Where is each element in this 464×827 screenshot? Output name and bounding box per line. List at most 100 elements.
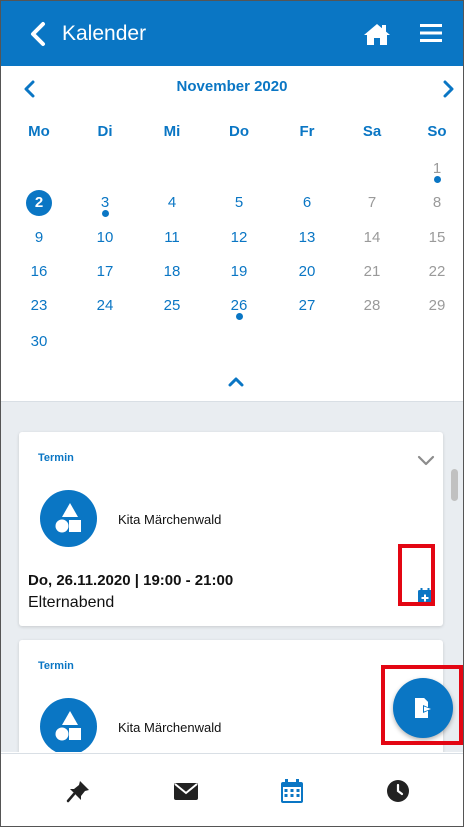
calendar-day[interactable]: 24 xyxy=(85,291,125,321)
calendar-day[interactable]: 1 xyxy=(417,154,457,184)
calendar-day[interactable]: 13 xyxy=(287,223,327,253)
pin-icon[interactable] xyxy=(65,779,91,803)
day-number: 22 xyxy=(428,263,446,280)
organization-name: Kita Märchenwald xyxy=(118,512,222,527)
calendar-day[interactable]: 20 xyxy=(287,257,327,287)
app-bar: Kalender xyxy=(1,1,463,66)
event-card[interactable]: Termin Kita Märchenwald xyxy=(19,640,443,752)
day-number: 11 xyxy=(164,229,180,246)
day-number: 10 xyxy=(96,229,114,246)
weekday-header: Mo xyxy=(28,123,50,140)
day-number: 4 xyxy=(167,194,177,211)
day-number: 18 xyxy=(163,263,181,280)
scrollbar[interactable] xyxy=(451,469,458,501)
day-number: 17 xyxy=(96,263,114,280)
calendar-day[interactable]: 15 xyxy=(417,223,457,253)
organization-avatar xyxy=(40,490,97,547)
day-number: 23 xyxy=(30,297,48,314)
day-number: 29 xyxy=(428,297,446,314)
event-indicator-dot xyxy=(434,176,441,183)
calendar-day[interactable]: 27 xyxy=(287,291,327,321)
weekday-header: Do xyxy=(229,123,249,140)
day-number: 30 xyxy=(30,333,48,350)
bottom-navigation xyxy=(1,753,463,826)
day-number: 7 xyxy=(367,194,377,211)
day-number: 13 xyxy=(298,229,316,246)
organization-name: Kita Märchenwald xyxy=(118,720,222,735)
calendar-day[interactable]: 4 xyxy=(152,188,192,218)
chevron-down-icon[interactable] xyxy=(417,454,435,466)
day-number: 16 xyxy=(30,263,48,280)
calendar-day[interactable]: 14 xyxy=(352,223,392,253)
weekday-header: Sa xyxy=(362,123,382,140)
event-card[interactable]: Termin Kita Märchenwald Do, 26.11.2020 |… xyxy=(19,432,443,626)
event-title: Elternabend xyxy=(28,594,115,611)
day-number: 26 xyxy=(230,297,248,314)
calendar-day[interactable]: 28 xyxy=(352,291,392,321)
day-number: 3 xyxy=(100,194,110,211)
next-month-icon[interactable] xyxy=(441,80,455,98)
day-number: 27 xyxy=(298,297,316,314)
home-icon[interactable] xyxy=(363,22,391,46)
calendar-day[interactable]: 25 xyxy=(152,291,192,321)
weekday-header: So xyxy=(427,123,447,140)
clock-icon[interactable] xyxy=(385,779,411,803)
day-number: 14 xyxy=(363,229,381,246)
day-number: 12 xyxy=(230,229,248,246)
app-frame: Kalender November 2020 Mo Di Mi Do Fr Sa So 1 2 3… xyxy=(0,0,464,827)
calendar-day[interactable]: 8 xyxy=(417,188,457,218)
calendar-day[interactable]: 29 xyxy=(417,291,457,321)
event-type-tag: Termin xyxy=(38,452,74,464)
day-number: 1 xyxy=(432,160,442,177)
calendar-day[interactable]: 3 xyxy=(85,188,125,218)
calendar-day[interactable]: 10 xyxy=(85,223,125,253)
calendar-day[interactable]: 18 xyxy=(152,257,192,287)
calendar-day[interactable]: 2 xyxy=(19,188,59,218)
calendar-day[interactable]: 21 xyxy=(352,257,392,287)
calendar-day[interactable]: 17 xyxy=(85,257,125,287)
weekday-header: Mi xyxy=(163,123,181,140)
day-number: 9 xyxy=(34,229,44,246)
day-number: 28 xyxy=(363,297,381,314)
calendar-day[interactable]: 19 xyxy=(219,257,259,287)
hamburger-menu-icon[interactable] xyxy=(420,23,442,43)
month-navigation: November 2020 xyxy=(1,66,463,112)
calendar-day[interactable]: 16 xyxy=(19,257,59,287)
calendar-day[interactable]: 5 xyxy=(219,188,259,218)
calendar-day[interactable]: 26 xyxy=(219,291,259,321)
event-indicator-dot xyxy=(102,210,109,217)
collapse-calendar-icon[interactable] xyxy=(227,375,245,387)
calendar-day[interactable]: 23 xyxy=(19,291,59,321)
day-number: 20 xyxy=(298,263,316,280)
calendar-day[interactable]: 11 xyxy=(152,223,192,253)
organization-avatar xyxy=(40,698,97,752)
day-number: 6 xyxy=(302,194,312,211)
calendar-day[interactable]: 30 xyxy=(19,327,59,357)
shapes-icon xyxy=(55,503,81,533)
calendar-day[interactable]: 6 xyxy=(287,188,327,218)
day-number: 25 xyxy=(163,297,181,314)
day-number: 2 xyxy=(26,190,52,216)
envelope-icon[interactable] xyxy=(173,779,199,803)
day-number: 21 xyxy=(363,263,381,280)
month-label: November 2020 xyxy=(176,78,288,95)
weekday-header: Di xyxy=(97,123,113,140)
calendar-day[interactable]: 9 xyxy=(19,223,59,253)
highlight-add-to-calendar xyxy=(398,544,435,606)
chevron-left-icon[interactable] xyxy=(27,21,49,47)
day-number: 19 xyxy=(230,263,248,280)
event-indicator-dot xyxy=(236,313,243,320)
calendar-day[interactable]: 12 xyxy=(219,223,259,253)
calendar-day[interactable]: 7 xyxy=(352,188,392,218)
event-datetime: Do, 26.11.2020 | 19:00 - 21:00 xyxy=(28,572,234,589)
event-type-tag: Termin xyxy=(38,660,74,672)
page-title: Kalender xyxy=(62,22,147,45)
weekday-header: Fr xyxy=(299,123,315,140)
highlight-export xyxy=(381,665,463,745)
day-number: 8 xyxy=(432,194,442,211)
calendar-icon[interactable] xyxy=(279,779,305,803)
day-number: 24 xyxy=(96,297,114,314)
calendar-day[interactable]: 22 xyxy=(417,257,457,287)
day-number: 15 xyxy=(428,229,446,246)
day-number: 5 xyxy=(234,194,244,211)
